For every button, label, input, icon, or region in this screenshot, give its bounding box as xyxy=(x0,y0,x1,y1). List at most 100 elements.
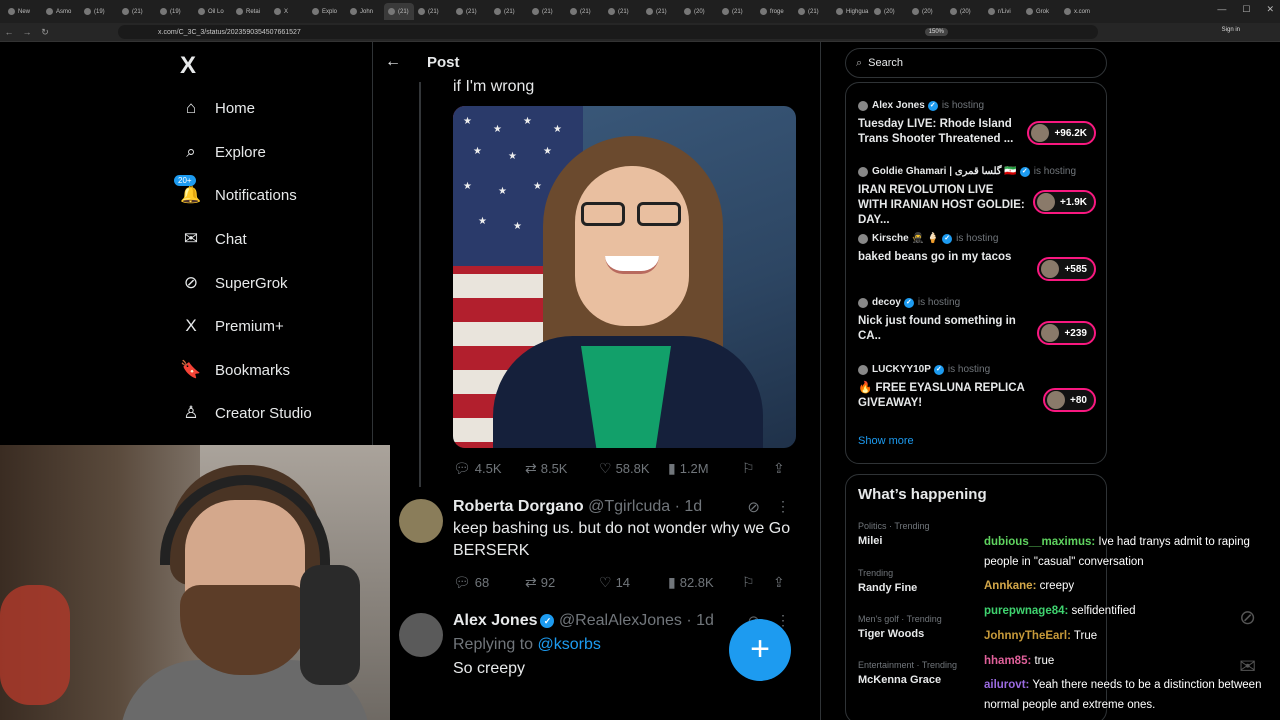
listener-count-pill[interactable]: +1.9K xyxy=(1033,190,1096,214)
listener-count-pill[interactable]: +80 xyxy=(1043,388,1096,412)
listener-count-pill[interactable]: +96.2K xyxy=(1027,121,1096,145)
tab-favicon-icon xyxy=(760,8,767,15)
share-button[interactable]: ⇪ xyxy=(773,574,789,591)
browser-tab[interactable]: r/Livi xyxy=(984,3,1022,20)
reload-icon[interactable]: ↻ xyxy=(36,27,54,38)
reply-button[interactable]: 💬︎ 68 xyxy=(453,574,489,591)
share-button[interactable]: ⇪ xyxy=(773,460,789,477)
nav-item-home[interactable]: ⌂ Home xyxy=(180,98,255,118)
forward-nav-icon[interactable]: → xyxy=(18,27,36,37)
browser-tab[interactable]: X xyxy=(270,3,308,20)
browser-tab[interactable]: (21) xyxy=(414,3,452,20)
browser-tab[interactable]: Grok xyxy=(1022,3,1060,20)
browser-tab[interactable]: (19) xyxy=(156,3,194,20)
live-space-item[interactable]: Alex Jones ✓ is hosting Tuesday LIVE: Rhode… xyxy=(858,100,1098,147)
reply-author[interactable]: Alex Jones ✓ @RealAlexJones · 1d xyxy=(453,612,714,630)
repost-button[interactable]: ⇄ 8.5K xyxy=(525,460,567,477)
views-button[interactable]: ▮ 82.8K xyxy=(668,574,714,591)
back-arrow-icon[interactable]: ← xyxy=(385,53,415,71)
chat-text: creepy xyxy=(1036,580,1075,592)
show-more-link[interactable]: Show more xyxy=(858,435,914,447)
browser-tab[interactable]: John xyxy=(346,3,384,20)
browser-tab[interactable]: Highgua xyxy=(832,3,870,20)
browser-tab[interactable]: (21) xyxy=(528,3,566,20)
live-space-item[interactable]: Kirsche 🥷 🍦 ✓ is hosting baked beans go in … xyxy=(858,233,1098,281)
browser-tab[interactable]: (21) xyxy=(566,3,604,20)
tweet-photo[interactable]: ★★★★ ★★★ ★★★★ ★★★ xyxy=(453,106,796,448)
browser-tab[interactable]: Oil Lo xyxy=(194,3,232,20)
repost-count: 8.5K xyxy=(540,460,568,476)
browser-tab[interactable]: Retai xyxy=(232,3,270,20)
bookmark-button[interactable]: ⚐ xyxy=(742,574,759,591)
search-box[interactable]: ⌕ Search xyxy=(845,48,1107,78)
tab-favicon-icon xyxy=(1064,8,1071,15)
trend-item[interactable]: Trending Randy Fine xyxy=(858,568,917,594)
nav-item-supergrok[interactable]: ⊘ SuperGrok xyxy=(180,273,288,293)
browser-tab[interactable]: (21) xyxy=(642,3,680,20)
browser-tab[interactable]: (21) xyxy=(604,3,642,20)
browser-tab[interactable]: (21) xyxy=(452,3,490,20)
nav-item-bookmarks[interactable]: 🔖 Bookmarks xyxy=(180,360,290,380)
browser-tab[interactable]: (20) xyxy=(946,3,984,20)
back-nav-icon[interactable]: ← xyxy=(0,27,18,37)
avatar[interactable] xyxy=(399,613,443,657)
listener-avatar xyxy=(1031,124,1050,142)
live-space-item[interactable]: LUCKYY10P ✓ is hosting 🔥 FREE EYASLUNA REPL… xyxy=(858,364,1098,412)
host-avatar xyxy=(858,233,868,244)
trend-item[interactable]: Men's golf · Trending Tiger Woods xyxy=(858,614,942,640)
bookmark-button[interactable]: ⚐ xyxy=(742,460,759,477)
chat-message: JohnnyTheEarl: True xyxy=(984,626,1274,646)
grok-icon[interactable]: ⊘ xyxy=(747,498,760,516)
browser-tab[interactable]: Asmo xyxy=(42,3,80,20)
nav-item-chat[interactable]: ✉ Chat xyxy=(180,229,247,249)
sign-in-button[interactable]: Sign in xyxy=(1222,27,1240,33)
browser-tab[interactable]: New xyxy=(4,3,42,20)
search-input[interactable]: Search xyxy=(868,57,903,69)
trend-item[interactable]: Politics · Trending Milei xyxy=(858,521,930,547)
browser-tab[interactable]: (21) xyxy=(118,3,156,20)
browser-tab[interactable]: (20) xyxy=(680,3,718,20)
reply-author[interactable]: Roberta Dorgano @Tgirlcuda · 1d xyxy=(453,498,702,516)
avatar[interactable] xyxy=(399,499,443,543)
url-field[interactable]: x.com/C_3C_3/status/2023590354507661527 … xyxy=(118,25,1098,39)
reply-button[interactable]: 💬︎ 4.5K xyxy=(453,460,502,477)
browser-tab[interactable]: Explo xyxy=(308,3,346,20)
trend-name: Randy Fine xyxy=(858,582,918,594)
share-icon: ⇪ xyxy=(773,459,785,476)
listener-count-pill[interactable]: +585 xyxy=(1037,257,1096,281)
browser-tab[interactable]: (21) xyxy=(718,3,756,20)
like-button[interactable]: ♡ 58.8K xyxy=(599,460,650,477)
repost-button[interactable]: ⇄ 92 xyxy=(525,574,555,591)
views-button[interactable]: ▮ 1.2M xyxy=(668,460,709,477)
nav-item-notifications[interactable]: 🔔 20+ Notifications xyxy=(174,175,297,205)
live-space-item[interactable]: Goldie Ghamari | گلسا قمری 🇮🇷 ✓ is hosting… xyxy=(858,166,1098,228)
browser-tab[interactable]: froge xyxy=(756,3,794,20)
browser-tab[interactable]: (21) xyxy=(794,3,832,20)
maximize-icon[interactable]: ☐ xyxy=(1242,4,1250,15)
nav-item-explore[interactable]: ⌕ Explore xyxy=(180,142,266,162)
browser-tab[interactable]: (20) xyxy=(870,3,908,20)
x-logo-icon[interactable]: X xyxy=(180,52,196,80)
browser-tab[interactable]: (21) xyxy=(384,3,414,20)
listener-count-pill[interactable]: +239 xyxy=(1037,321,1096,345)
trend-item[interactable]: Entertainment · Trending McKenna Grace xyxy=(858,660,957,686)
more-options-icon[interactable]: ⋮ xyxy=(776,498,790,515)
zoom-badge[interactable]: 150% xyxy=(924,28,948,36)
tab-label: Oil Lo xyxy=(208,8,224,15)
minimize-icon[interactable]: — xyxy=(1217,4,1226,15)
browser-tab[interactable]: (21) xyxy=(490,3,528,20)
heart-icon: ♡ xyxy=(599,459,612,476)
browser-tab[interactable]: (19) xyxy=(80,3,118,20)
mention-link[interactable]: @ksorbs xyxy=(538,636,601,653)
live-space-item[interactable]: decoy ✓ is hosting Nick just found somethin… xyxy=(858,297,1098,345)
close-icon[interactable]: ✕ xyxy=(1266,4,1274,15)
post-actions: 💬︎ 4.5K ⇄ 8.5K ♡ 58.8K ▮ 1.2M ⚐ ⇪ xyxy=(453,459,798,477)
compose-post-button[interactable]: + xyxy=(729,619,791,681)
nav-item-creator-studio[interactable]: ♙ Creator Studio xyxy=(180,403,311,423)
browser-tab[interactable]: x.com xyxy=(1060,3,1098,20)
like-button[interactable]: ♡ 14 xyxy=(599,574,630,591)
browser-tab[interactable]: (20) xyxy=(908,3,946,20)
tab-label: New xyxy=(18,8,31,15)
host-name: Goldie Ghamari | گلسا قمری 🇮🇷 xyxy=(872,166,1017,177)
nav-item-premium[interactable]: X Premium+ xyxy=(180,316,283,336)
